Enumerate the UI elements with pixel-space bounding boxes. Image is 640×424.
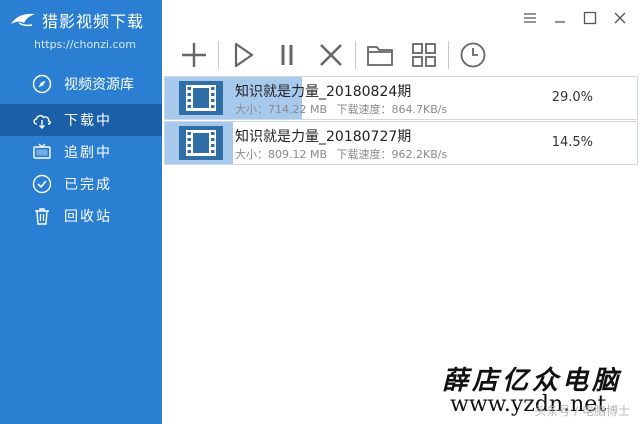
sidebar-nav: 视频资源库 下载中 追剧中 已完成 回收站 [0, 64, 162, 232]
task-name: 知识就是力量_20180727期 [235, 129, 412, 145]
sidebar: 猎影视频下载 https://chonzi.com 视频资源库 下载中 追剧中 [0, 0, 162, 424]
task-percent: 29.0% [551, 90, 593, 105]
sidebar-item-label: 已完成 [64, 177, 112, 193]
close-button[interactable] [608, 8, 632, 28]
trash-icon [35, 208, 49, 225]
sidebar-item-following[interactable]: 追剧中 [0, 136, 162, 168]
delete-icon [320, 44, 342, 66]
film-icon [186, 85, 216, 111]
sidebar-item-video-library[interactable]: 视频资源库 [0, 64, 162, 104]
add-icon [182, 43, 206, 67]
grid-view-button[interactable] [402, 38, 446, 72]
app-url: https://chonzi.com [34, 38, 136, 51]
toolbar-separator [218, 41, 219, 69]
maximize-icon [583, 11, 597, 25]
toolbar [172, 38, 495, 72]
minimize-icon [555, 21, 565, 23]
tv-icon [33, 143, 51, 159]
pause-button[interactable] [265, 38, 309, 72]
task-meta: 大小：809.12 MB 下载速度：962.2KB/s [235, 146, 447, 162]
open-folder-button[interactable] [358, 38, 402, 72]
maximize-button[interactable] [578, 8, 602, 28]
add-task-button[interactable] [172, 38, 216, 72]
size-label: 大小： [235, 148, 268, 161]
task-name: 知识就是力量_20180824期 [235, 84, 412, 100]
minimize-button[interactable] [548, 8, 572, 28]
sidebar-item-label: 视频资源库 [64, 77, 134, 93]
watermark-credit: 头条号 / 电脑博士 [534, 404, 630, 418]
close-icon [614, 12, 626, 24]
toolbar-separator [448, 41, 449, 69]
play-icon [234, 42, 254, 68]
toolbar-separator [355, 41, 356, 69]
video-thumbnail [179, 126, 223, 160]
sidebar-item-downloading[interactable]: 下载中 [0, 104, 162, 136]
schedule-button[interactable] [451, 38, 495, 72]
sidebar-item-label: 下载中 [64, 113, 112, 129]
menu-icon [524, 13, 536, 23]
task-size: 809.12 MB [268, 148, 328, 161]
sidebar-item-label: 追剧中 [64, 145, 112, 161]
task-speed: 864.7KB/s [391, 103, 448, 116]
speed-label: 下载速度： [336, 103, 392, 116]
sidebar-item-recycle-bin[interactable]: 回收站 [0, 200, 162, 232]
main-panel: 知识就是力量_20180824期 大小：714.22 MB 下载速度：864.7… [162, 0, 640, 424]
delete-button[interactable] [309, 38, 353, 72]
film-icon [186, 130, 216, 156]
cloud-download-icon [33, 115, 51, 129]
start-button[interactable] [221, 38, 265, 72]
check-circle-icon [32, 174, 52, 194]
task-size: 714.22 MB [268, 103, 328, 116]
speed-label: 下载速度： [336, 148, 392, 161]
window-controls [518, 8, 632, 28]
compass-icon [32, 74, 52, 94]
grid-icon [412, 43, 436, 67]
task-percent: 14.5% [551, 135, 593, 150]
download-list: 知识就是力量_20180824期 大小：714.22 MB 下载速度：864.7… [164, 76, 638, 166]
app-title: 猎影视频下载 [42, 12, 145, 31]
app-logo: 猎影视频下载 [10, 8, 144, 32]
sidebar-item-completed[interactable]: 已完成 [0, 168, 162, 200]
table-row[interactable]: 知识就是力量_20180727期 大小：809.12 MB 下载速度：962.2… [164, 121, 638, 165]
video-thumbnail [179, 81, 223, 115]
pause-icon [281, 45, 293, 65]
folder-icon [367, 46, 393, 66]
sidebar-item-label: 回收站 [64, 209, 112, 225]
size-label: 大小： [235, 103, 268, 116]
menu-button[interactable] [518, 8, 542, 28]
bird-logo-icon [11, 13, 35, 27]
table-row[interactable]: 知识就是力量_20180824期 大小：714.22 MB 下载速度：864.7… [164, 76, 638, 120]
clock-icon [460, 42, 486, 68]
task-speed: 962.2KB/s [391, 148, 448, 161]
task-meta: 大小：714.22 MB 下载速度：864.7KB/s [235, 101, 447, 117]
